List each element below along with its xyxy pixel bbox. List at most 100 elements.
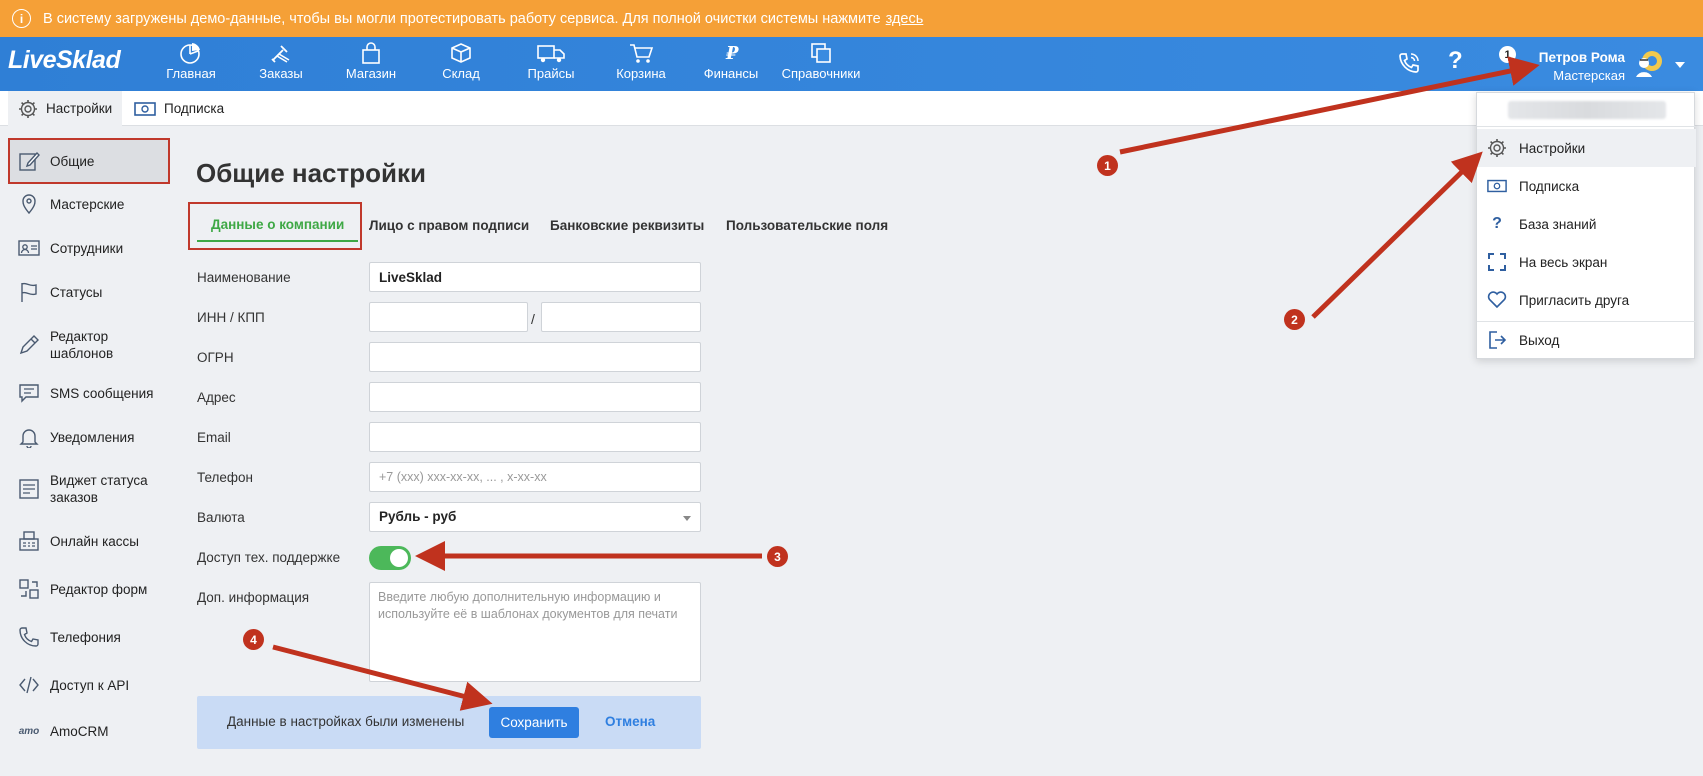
menu-item-settings[interactable]: Настройки (1477, 129, 1696, 167)
sidebar-item-label: Сотрудники (50, 240, 124, 256)
sidebar-item-online-cash[interactable]: Онлайн кассы (8, 529, 170, 553)
sidebar-item-telephony[interactable]: Телефония (8, 625, 170, 649)
nav-item-label: Финансы (703, 66, 759, 81)
user-dropdown-menu: Настройки Подписка ? База знаний На весь… (1476, 92, 1696, 359)
address-field[interactable] (369, 382, 701, 412)
user-name[interactable]: Петров Рома (1505, 50, 1625, 65)
extra-info-label: Доп. информация (197, 590, 310, 605)
email-field[interactable] (369, 422, 701, 452)
nav-item-label: Прайсы (527, 66, 575, 81)
tab-settings[interactable]: Настройки (8, 91, 123, 126)
menu-item-fullscreen[interactable]: На весь экран (1477, 243, 1696, 281)
sub-navigation: Настройки Подписка (0, 91, 1703, 126)
address-label: Адрес (197, 390, 236, 405)
kpp-field[interactable] (541, 302, 701, 332)
toggle-knob (390, 549, 408, 567)
menu-item-logout[interactable]: Выход (1477, 321, 1696, 359)
id-card-icon (18, 237, 40, 259)
code-icon (18, 674, 40, 696)
currency-select[interactable]: Рубль - руб (369, 502, 701, 532)
sidebar-item-notifications[interactable]: Уведомления (8, 425, 170, 449)
name-field[interactable] (369, 262, 701, 292)
truck-icon (537, 45, 565, 63)
sidebar-item-employees[interactable]: Сотрудники (8, 236, 170, 260)
blurred-account-info (1508, 101, 1666, 119)
amocrm-logo-icon: amo (18, 725, 40, 737)
logo[interactable]: LiveSklad (8, 46, 121, 75)
info-icon: i (12, 9, 31, 28)
sidebar-item-workshops[interactable]: Мастерские (8, 192, 170, 216)
message-icon (18, 382, 40, 404)
ogrn-field[interactable] (369, 342, 701, 372)
save-button[interactable]: Сохранить (489, 707, 579, 738)
top-navigation: LiveSklad Главная Заказы Магазин Склад П… (0, 37, 1703, 91)
chevron-down-icon[interactable] (1675, 62, 1685, 68)
support-access-toggle[interactable] (369, 546, 411, 570)
menu-item-knowledge-base[interactable]: ? База знаний (1477, 205, 1696, 243)
sidebar-item-form-editor[interactable]: Редактор форм (8, 577, 170, 601)
sidebar-item-statuses[interactable]: Статусы (8, 280, 170, 304)
save-bar: Данные в настройках были изменены Сохран… (197, 696, 701, 749)
tab-signatory[interactable]: Лицо с правом подписи (369, 208, 529, 242)
tab-label: Подписка (164, 101, 225, 116)
tab-bank-details[interactable]: Банковские реквизиты (550, 208, 704, 242)
tab-company-data[interactable]: Данные о компании (197, 208, 359, 242)
inn-field[interactable] (369, 302, 528, 332)
callout-1: 1 (1097, 155, 1118, 176)
avatar[interactable] (1635, 48, 1665, 78)
sidebar-item-label: Онлайн кассы (50, 533, 140, 549)
currency-label: Валюта (197, 510, 245, 525)
sidebar-item-general[interactable]: Общие (8, 138, 170, 184)
pencil-icon (18, 334, 40, 356)
email-label: Email (197, 430, 231, 445)
tab-subscription[interactable]: Подписка (124, 91, 234, 126)
nav-item-finance[interactable]: ₽ Финансы (686, 42, 776, 81)
arrow-2 (1311, 151, 1483, 319)
nav-item-prices[interactable]: Прайсы (506, 42, 596, 81)
help-icon[interactable]: ? (1448, 47, 1463, 75)
form-editor-icon (18, 578, 40, 600)
gear-icon (1487, 138, 1507, 158)
bell-icon (18, 426, 40, 448)
tab-custom-fields[interactable]: Пользовательские поля (726, 208, 888, 242)
nav-item-shop[interactable]: Магазин (326, 42, 416, 81)
nav-item-orders[interactable]: Заказы (236, 42, 326, 81)
pie-chart-icon (180, 43, 200, 64)
banner-text: В систему загружены демо-данные, чтобы в… (43, 10, 881, 27)
menu-item-subscription[interactable]: Подписка (1477, 167, 1696, 205)
sidebar-item-label: Редактор форм (50, 581, 148, 597)
sidebar-item-order-status-widget[interactable]: Виджет статуса заказов (8, 470, 148, 508)
sidebar-item-amocrm[interactable]: amo AmoCRM (8, 719, 170, 743)
svg-text:₽: ₽ (725, 43, 739, 64)
phone-label: Телефон (197, 470, 254, 485)
sidebar-item-label: Редактор шаблонов (50, 329, 114, 361)
nav-item-cart[interactable]: Корзина (596, 42, 686, 81)
ruble-icon: ₽ (725, 43, 739, 64)
phone-call-icon[interactable] (1397, 51, 1421, 75)
currency-value: Рубль - руб (379, 509, 457, 524)
box-icon (451, 43, 471, 63)
nav-item-home[interactable]: Главная (146, 42, 236, 81)
inn-kpp-label: ИНН / КПП (197, 310, 265, 325)
gear-icon (19, 99, 37, 118)
banner-link[interactable]: здесь (886, 11, 924, 27)
banknote-icon (134, 101, 156, 116)
menu-item-label: Подписка (1519, 178, 1580, 194)
ogrn-label: ОГРН (197, 350, 234, 365)
cash-register-icon (18, 530, 40, 552)
chevron-down-icon (683, 516, 691, 521)
sidebar-item-template-editor[interactable]: Редактор шаблонов (8, 326, 138, 364)
nav-item-directories[interactable]: Справочники (776, 42, 866, 81)
cancel-button[interactable]: Отмена (605, 714, 655, 729)
nav-item-warehouse[interactable]: Склад (416, 42, 506, 81)
phone-field[interactable] (369, 462, 701, 492)
sidebar-item-sms[interactable]: SMS сообщения (8, 381, 170, 405)
flag-icon (18, 281, 40, 303)
sidebar-item-label: Виджет статуса заказов (50, 473, 148, 505)
sidebar-item-api-access[interactable]: Доступ к API (8, 673, 170, 697)
extra-info-field[interactable] (369, 582, 701, 682)
edit-icon (18, 150, 40, 172)
widget-icon (18, 478, 40, 500)
menu-item-invite-friend[interactable]: Пригласить друга (1477, 281, 1696, 319)
menu-item-label: Настройки (1519, 140, 1586, 156)
